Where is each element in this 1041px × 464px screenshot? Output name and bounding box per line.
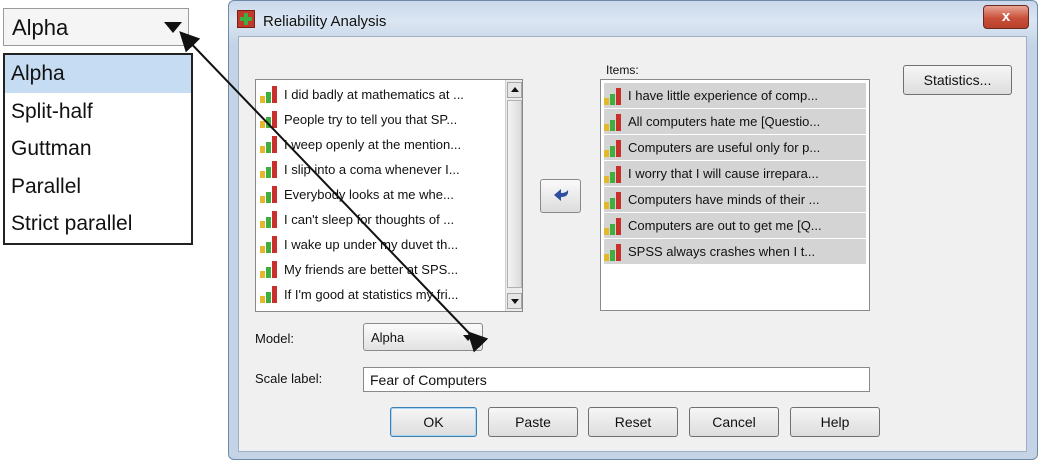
scale-measure-icon [604, 87, 623, 105]
list-item-label: I have little experience of comp... [628, 88, 819, 103]
scroll-down-icon[interactable] [507, 293, 522, 309]
scale-measure-icon [604, 191, 623, 209]
list-item[interactable]: I have little experience of comp... [604, 83, 866, 108]
zoom-model-combo[interactable]: Alpha [3, 8, 189, 46]
dialog-title: Reliability Analysis [263, 13, 387, 30]
list-item[interactable]: My friends are better at SPS... [260, 257, 458, 281]
scale-label-caption: Scale label: [255, 371, 323, 386]
move-left-arrow-icon [554, 189, 569, 201]
list-item-label: I slip into a coma whenever I... [284, 161, 460, 177]
scale-measure-icon [260, 85, 279, 103]
ok-button[interactable]: OK [390, 407, 477, 437]
dialog-client: I did badly at mathematics at ... People… [238, 36, 1027, 452]
list-item-label: I worry that I will cause irrepara... [628, 166, 819, 181]
list-item[interactable]: If I'm good at statistics my fri... [260, 282, 458, 306]
list-item[interactable]: Computers are out to get me [Q... [604, 213, 866, 238]
scale-measure-icon [260, 110, 279, 128]
model-label: Model: [255, 331, 295, 346]
move-to-items-button[interactable] [540, 179, 581, 213]
zoom-model-options: Alpha Split-half Guttman Parallel Strict… [3, 53, 193, 245]
chevron-down-icon [164, 22, 182, 33]
list-item-label: All computers hate me [Questio... [628, 114, 821, 129]
list-item-label: Everybody looks at me whe... [284, 186, 454, 202]
scale-measure-icon [260, 135, 279, 153]
list-item-label: I wake up under my duvet th... [284, 236, 459, 252]
list-item-label: Computers are useful only for p... [628, 140, 821, 155]
variable-list[interactable]: I did badly at mathematics at ... People… [255, 79, 523, 312]
list-item[interactable]: All computers hate me [Questio... [604, 109, 866, 134]
close-button[interactable]: x [983, 5, 1029, 29]
variable-list-scrollbar[interactable] [505, 80, 522, 311]
list-item[interactable]: Computers have minds of their ... [604, 187, 866, 212]
scale-measure-icon [604, 139, 623, 157]
option-alpha[interactable]: Alpha [5, 55, 191, 93]
list-item-label: If I'm good at statistics my fri... [284, 286, 459, 302]
list-item-label: Computers have minds of their ... [628, 192, 820, 207]
list-item[interactable]: I can't sleep for thoughts of ... [260, 207, 454, 231]
items-label: Items: [606, 63, 639, 77]
scale-label-field[interactable]: Fear of Computers [363, 367, 870, 392]
list-item[interactable]: People try to tell you that SP... [260, 107, 457, 131]
title-bar[interactable]: Reliability Analysis x [229, 1, 1037, 41]
model-select-value: Alpha [371, 330, 405, 345]
list-item[interactable]: Computers are useful only for p... [604, 135, 866, 160]
list-item[interactable]: I worry that I will cause irrepara... [604, 161, 866, 186]
scale-measure-icon [604, 113, 623, 131]
scale-measure-icon [260, 235, 279, 253]
scroll-thumb[interactable] [507, 100, 522, 288]
help-button[interactable]: Help [790, 407, 880, 437]
reset-button[interactable]: Reset [588, 407, 678, 437]
list-item[interactable]: I slip into a coma whenever I... [260, 157, 460, 181]
statistics-button[interactable]: Statistics... [903, 65, 1012, 95]
scale-measure-icon [260, 285, 279, 303]
zoom-combo-value: Alpha [12, 15, 69, 40]
list-item-label: I weep openly at the mention... [284, 136, 462, 152]
list-item-label: Computers are out to get me [Q... [628, 218, 822, 233]
scale-measure-icon [260, 260, 279, 278]
option-guttman[interactable]: Guttman [5, 130, 191, 168]
chevron-down-icon [463, 335, 473, 341]
list-item-label: I can't sleep for thoughts of ... [284, 211, 455, 227]
paste-button[interactable]: Paste [488, 407, 578, 437]
list-item-label: SPSS always crashes when I t... [628, 244, 816, 259]
scale-measure-icon [604, 217, 623, 235]
list-item[interactable]: I weep openly at the mention... [260, 132, 461, 156]
option-split-half[interactable]: Split-half [5, 93, 191, 131]
list-item[interactable]: I wake up under my duvet th... [260, 232, 458, 256]
spss-dialog-icon [237, 10, 255, 28]
scale-measure-icon [260, 185, 279, 203]
scale-measure-icon [260, 210, 279, 228]
list-item-label: People try to tell you that SP... [284, 111, 458, 127]
scale-measure-icon [604, 165, 623, 183]
list-item-label: My friends are better at SPS... [284, 261, 459, 277]
scale-measure-icon [260, 160, 279, 178]
scroll-up-icon[interactable] [507, 82, 522, 98]
list-item-label: I did badly at mathematics at ... [284, 86, 464, 102]
reliability-dialog: Reliability Analysis x I did badly at ma… [228, 0, 1038, 460]
items-list[interactable]: I have little experience of comp... All … [600, 79, 870, 311]
model-select[interactable]: Alpha [363, 323, 483, 351]
option-strict-parallel[interactable]: Strict parallel [5, 205, 191, 243]
scale-measure-icon [604, 243, 623, 261]
list-item[interactable]: I did badly at mathematics at ... [260, 82, 464, 106]
cancel-button[interactable]: Cancel [689, 407, 779, 437]
list-item[interactable]: Everybody looks at me whe... [260, 182, 454, 206]
option-parallel[interactable]: Parallel [5, 168, 191, 206]
list-item[interactable]: SPSS always crashes when I t... [604, 239, 866, 264]
